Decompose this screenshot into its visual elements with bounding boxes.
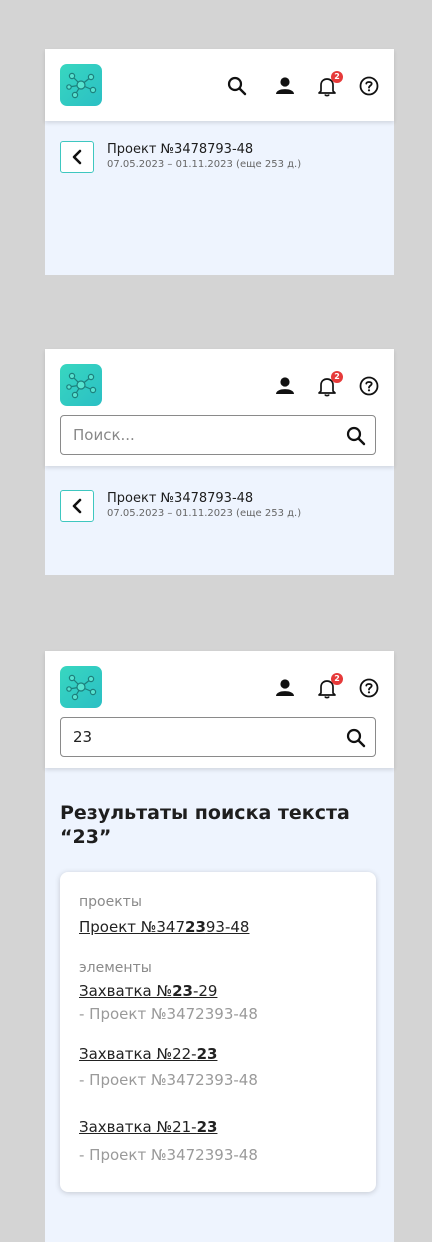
network-logo-icon (66, 72, 97, 99)
elements-caption: элементы (79, 960, 152, 976)
app-logo[interactable] (60, 666, 102, 708)
search-field[interactable] (60, 717, 376, 757)
search-icon[interactable] (226, 75, 248, 97)
chevron-left-icon (72, 498, 82, 514)
projects-caption: проекты (79, 894, 142, 910)
match-highlight: 23 (172, 982, 193, 1000)
network-logo-icon (66, 674, 97, 701)
results-card: проекты Проект №3472393-48 элементы Захв… (60, 872, 376, 1192)
search-icon[interactable] (345, 727, 367, 749)
search-input[interactable] (73, 718, 333, 756)
element-parent-project: - Проект №3472393-48 (79, 1005, 258, 1023)
project-result-link[interactable]: Проект №3472393-48 (79, 918, 249, 936)
notification-badge: 2 (331, 371, 343, 383)
help-icon[interactable] (358, 75, 380, 97)
search-icon[interactable] (345, 425, 367, 447)
user-icon[interactable] (274, 75, 296, 97)
app-logo[interactable] (60, 64, 102, 106)
network-logo-icon (66, 372, 97, 399)
app-logo[interactable] (60, 364, 102, 406)
results-section: Результаты поиска текста “23” проекты Пр… (45, 775, 394, 1242)
notification-badge: 2 (331, 71, 343, 83)
search-input[interactable] (73, 416, 333, 454)
search-field[interactable] (60, 415, 376, 455)
results-title: Результаты поиска текста “23” (60, 802, 350, 848)
user-icon[interactable] (274, 375, 296, 397)
element-parent-project: - Проект №3472393-48 (79, 1071, 258, 1089)
back-button[interactable] (60, 490, 94, 522)
match-highlight: 23 (196, 1118, 218, 1136)
match-highlight: 23 (196, 1045, 218, 1063)
project-dates: 07.05.2023 – 01.11.2023 (еще 253 д.) (107, 508, 302, 519)
help-icon[interactable] (358, 375, 380, 397)
back-button[interactable] (60, 141, 94, 173)
match-highlight: 23 (185, 918, 206, 936)
chevron-left-icon (72, 149, 82, 165)
top-bar: 2 (45, 49, 394, 121)
project-title: Проект №3478793-48 (107, 491, 254, 506)
project-dates: 07.05.2023 – 01.11.2023 (еще 253 д.) (107, 159, 302, 170)
screen-search-results: 2 Результаты поиска текста “23” проекты … (45, 651, 394, 1242)
screen-default: 2 Проект №3478793-48 07.05.2023 – 01.11.… (45, 49, 394, 275)
top-bar: 2 (45, 349, 394, 466)
element-result-link[interactable]: Захватка №21-23 (79, 1118, 217, 1136)
top-bar: 2 (45, 651, 394, 768)
screen-search-open: 2 Проект №3478793-48 07.05.2023 – 01.11.… (45, 349, 394, 575)
element-result-link[interactable]: Захватка №22-23 (79, 1045, 217, 1063)
element-result-link[interactable]: Захватка №23-29 (79, 982, 217, 1000)
notification-badge: 2 (331, 673, 343, 685)
element-parent-project: - Проект №3472393-48 (79, 1146, 258, 1164)
project-title: Проект №3478793-48 (107, 142, 254, 157)
help-icon[interactable] (358, 677, 380, 699)
user-icon[interactable] (274, 677, 296, 699)
